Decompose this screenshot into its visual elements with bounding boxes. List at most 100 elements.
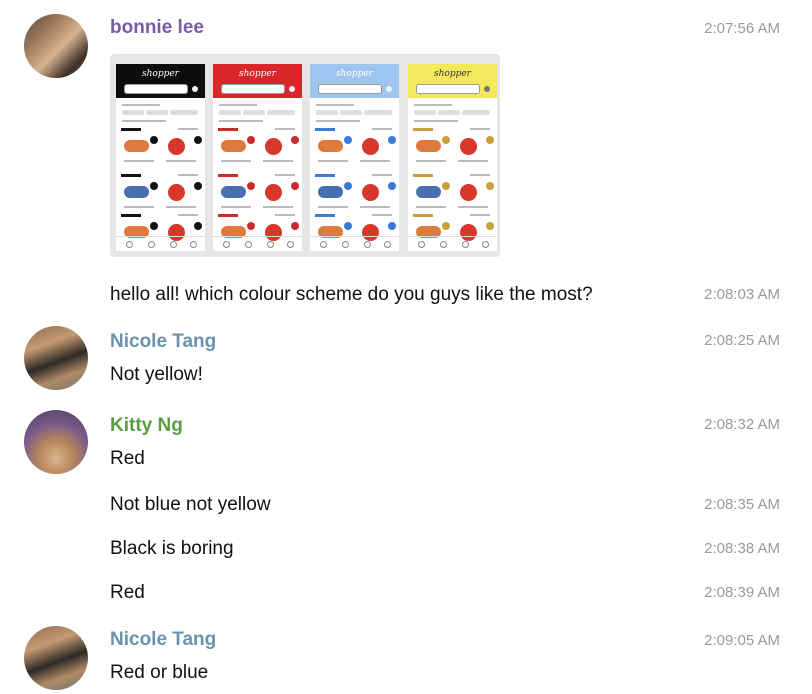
panel-text-line bbox=[124, 160, 154, 162]
panel-product-image bbox=[362, 138, 379, 155]
mockup-panel: shopper bbox=[213, 64, 302, 251]
sender-name[interactable]: Nicole Tang bbox=[110, 331, 216, 353]
panel-store-label bbox=[315, 174, 335, 177]
panel-logo: shopper bbox=[239, 69, 276, 79]
panel-chip bbox=[462, 110, 490, 115]
panel-add-badge bbox=[291, 136, 299, 144]
avatar-nicole-tang[interactable] bbox=[24, 326, 88, 390]
sender-name[interactable]: bonnie lee bbox=[110, 17, 204, 39]
panel-bottom-nav bbox=[213, 236, 302, 251]
panel-add-badge bbox=[388, 182, 396, 190]
panel-text-line bbox=[458, 206, 488, 208]
panel-nav-icon bbox=[482, 241, 489, 248]
panel-logo: shopper bbox=[336, 69, 373, 79]
panel-add-badge bbox=[194, 136, 202, 144]
panel-add-badge bbox=[344, 222, 352, 230]
panel-product-image bbox=[124, 140, 149, 152]
panel-text-line bbox=[221, 206, 251, 208]
sender-name[interactable]: Kitty Ng bbox=[110, 415, 183, 437]
panel-add-badge bbox=[150, 136, 158, 144]
avatar-bonnie-lee[interactable] bbox=[24, 14, 88, 78]
panel-text-line bbox=[316, 104, 354, 106]
panel-nav-icon bbox=[320, 241, 327, 248]
panel-chip bbox=[364, 110, 392, 115]
panel-nav-icon bbox=[418, 241, 425, 248]
panel-nav-icon bbox=[223, 241, 230, 248]
panel-text-line bbox=[372, 174, 392, 176]
panel-product-image bbox=[168, 184, 185, 201]
panel-store-label bbox=[413, 128, 433, 131]
panel-product-image bbox=[460, 184, 477, 201]
panel-nav-icon bbox=[342, 241, 349, 248]
panel-text-line bbox=[416, 160, 446, 162]
panel-product-image bbox=[362, 184, 379, 201]
panel-chip bbox=[438, 110, 460, 115]
avatar-kitty-ng[interactable] bbox=[24, 410, 88, 474]
panel-add-badge bbox=[486, 182, 494, 190]
mockup-panel: shopper bbox=[408, 64, 497, 251]
panel-search-bar bbox=[221, 84, 285, 94]
panel-text-line bbox=[166, 206, 196, 208]
panel-add-badge bbox=[388, 136, 396, 144]
panel-nav-icon bbox=[245, 241, 252, 248]
panel-nav-icon bbox=[440, 241, 447, 248]
panel-text-line bbox=[470, 174, 490, 176]
message-text: hello all! which colour scheme do you gu… bbox=[110, 284, 593, 305]
panel-add-badge bbox=[291, 182, 299, 190]
panel-bottom-nav bbox=[310, 236, 399, 251]
panel-add-badge bbox=[486, 222, 494, 230]
panel-add-badge bbox=[442, 182, 450, 190]
panel-text-line bbox=[470, 128, 490, 130]
panel-text-line bbox=[124, 206, 154, 208]
timestamp: 2:08:35 AM bbox=[704, 496, 780, 513]
panel-text-line bbox=[316, 120, 360, 122]
panel-nav-icon bbox=[287, 241, 294, 248]
image-attachment[interactable]: shopper shopper shopper shopper bbox=[110, 54, 500, 257]
panel-product-image bbox=[416, 140, 441, 152]
panel-chip bbox=[267, 110, 295, 115]
panel-add-badge bbox=[344, 182, 352, 190]
panel-text-line bbox=[275, 128, 295, 130]
panel-chip bbox=[219, 110, 241, 115]
panel-store-label bbox=[413, 174, 433, 177]
panel-chip bbox=[243, 110, 265, 115]
panel-store-label bbox=[315, 128, 335, 131]
panel-text-line bbox=[360, 160, 390, 162]
panel-text-line bbox=[221, 160, 251, 162]
panel-nav-icon bbox=[364, 241, 371, 248]
panel-bottom-nav bbox=[408, 236, 497, 251]
panel-search-bar bbox=[318, 84, 382, 94]
panel-text-line bbox=[414, 120, 458, 122]
panel-product-image bbox=[318, 186, 343, 198]
panel-chip bbox=[316, 110, 338, 115]
panel-text-line bbox=[275, 214, 295, 216]
panel-nav-icon bbox=[148, 241, 155, 248]
timestamp: 2:09:05 AM bbox=[704, 632, 780, 649]
panel-bottom-nav bbox=[116, 236, 205, 251]
panel-store-label bbox=[121, 128, 141, 131]
message-text: Red bbox=[110, 582, 145, 603]
panel-nav-icon bbox=[126, 241, 133, 248]
panel-text-line bbox=[219, 104, 257, 106]
panel-logo: shopper bbox=[142, 69, 179, 79]
panel-store-label bbox=[413, 214, 433, 217]
panel-text-line bbox=[318, 160, 348, 162]
panel-text-line bbox=[178, 214, 198, 216]
panel-text-line bbox=[263, 206, 293, 208]
message-text: Not yellow! bbox=[110, 364, 203, 385]
panel-add-badge bbox=[247, 136, 255, 144]
timestamp: 2:08:25 AM bbox=[704, 332, 780, 349]
panel-add-badge bbox=[388, 222, 396, 230]
panel-nav-icon bbox=[384, 241, 391, 248]
panel-filter-icon bbox=[289, 86, 295, 92]
avatar-nicole-tang[interactable] bbox=[24, 626, 88, 690]
timestamp: 2:08:38 AM bbox=[704, 540, 780, 557]
timestamp: 2:07:56 AM bbox=[704, 20, 780, 37]
sender-name[interactable]: Nicole Tang bbox=[110, 629, 216, 651]
panel-store-label bbox=[218, 214, 238, 217]
panel-add-badge bbox=[150, 182, 158, 190]
panel-text-line bbox=[178, 128, 198, 130]
panel-product-image bbox=[265, 138, 282, 155]
panel-product-image bbox=[168, 138, 185, 155]
panel-chip bbox=[146, 110, 168, 115]
